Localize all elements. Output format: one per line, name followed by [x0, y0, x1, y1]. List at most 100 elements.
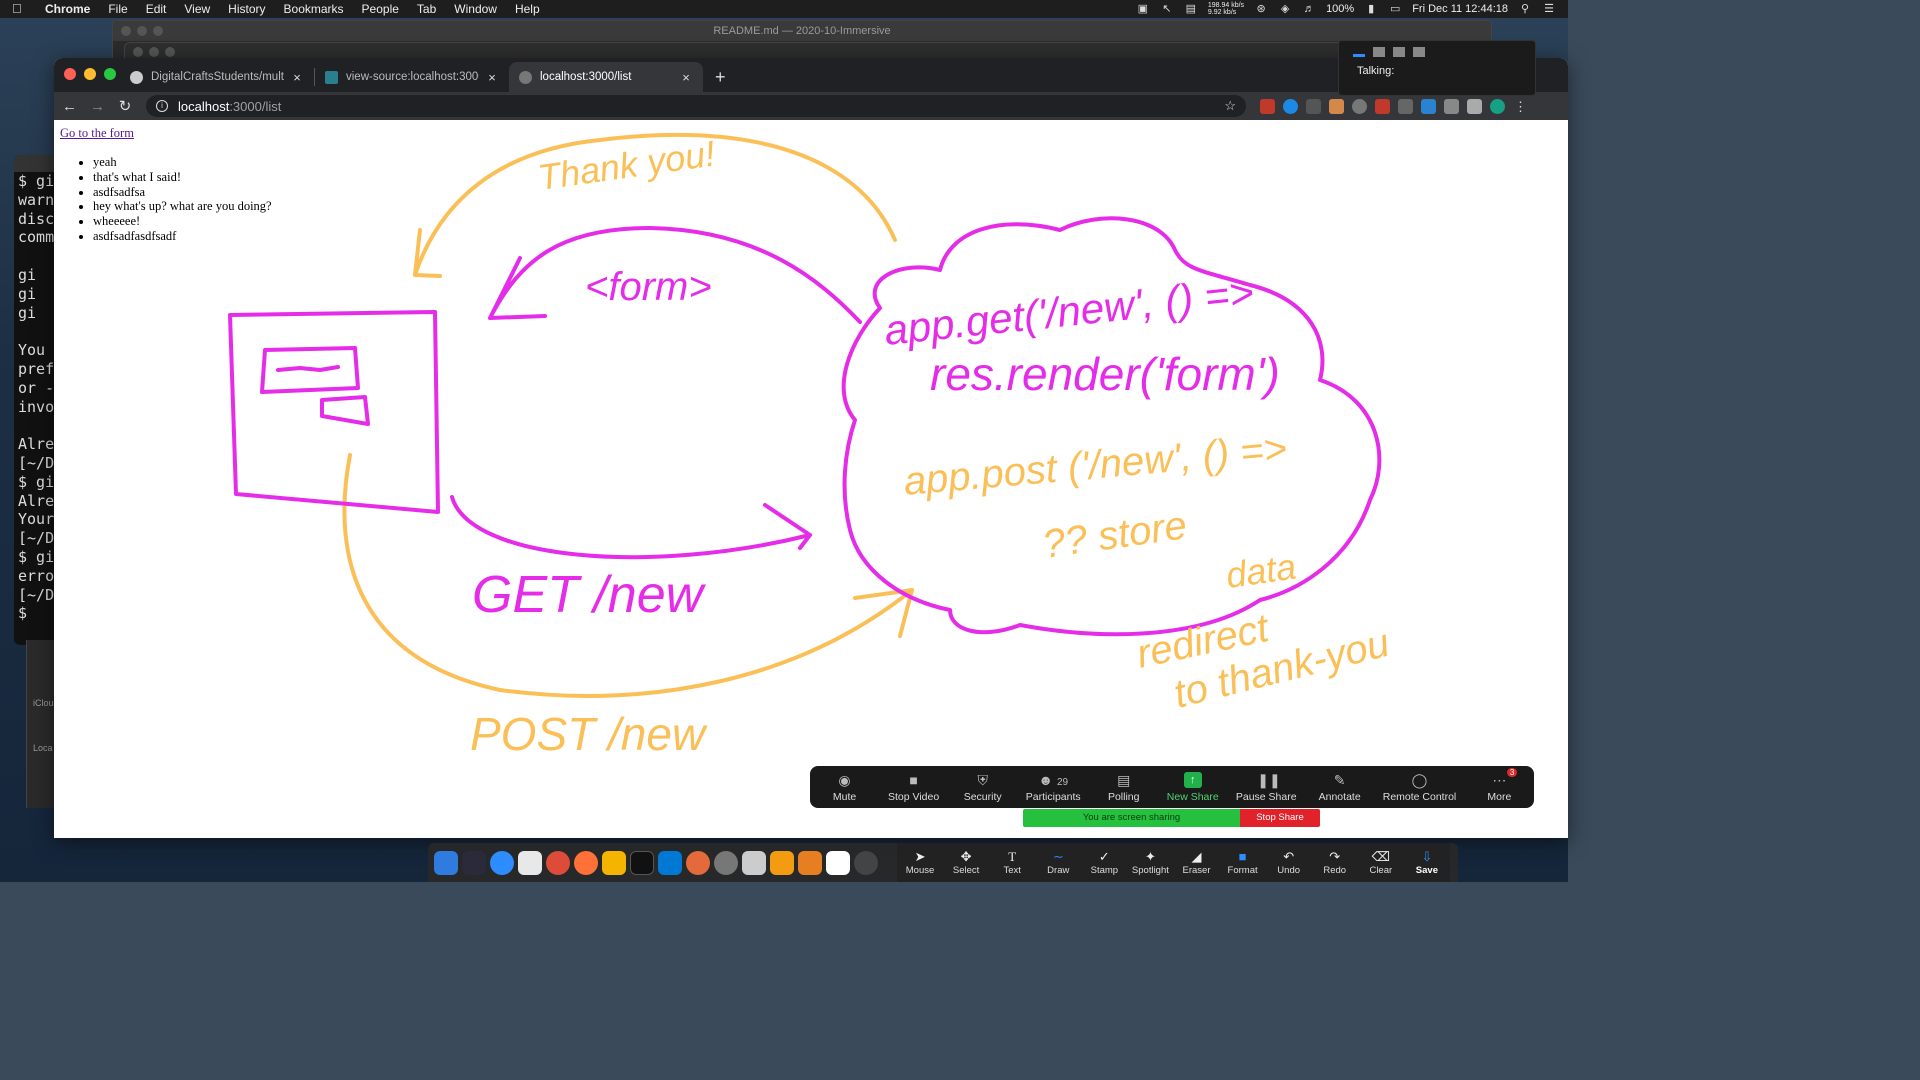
extension-icon[interactable]	[1444, 98, 1459, 114]
finder-app-icon[interactable]	[434, 850, 458, 875]
extension-icon[interactable]	[1329, 98, 1344, 114]
polling-button[interactable]: ▤ Polling	[1098, 772, 1150, 803]
menu-view[interactable]: View	[175, 0, 219, 18]
stop-video-button[interactable]: ■ Stop Video	[888, 772, 940, 803]
battery-percent[interactable]: 100%	[1326, 3, 1354, 15]
gallery-view-icon[interactable]	[1413, 47, 1425, 57]
battery-icon[interactable]: ▮	[1364, 3, 1378, 15]
apple-icon[interactable]: 	[12, 2, 26, 16]
chrome-canary-app-icon[interactable]	[602, 850, 626, 875]
slack-app-icon[interactable]	[518, 850, 542, 875]
menu-file[interactable]: File	[99, 0, 136, 18]
wifi-icon[interactable]: ◈	[1278, 3, 1292, 15]
close-icon[interactable]: ×	[679, 70, 693, 85]
menu-tab[interactable]: Tab	[408, 0, 445, 18]
memory-icon[interactable]: ▤	[1184, 3, 1198, 15]
new-tab-button[interactable]: +	[703, 62, 738, 92]
profile-avatar[interactable]	[1490, 98, 1505, 114]
finder-sidebar[interactable]: iClou Loca	[26, 640, 56, 808]
close-icon[interactable]: ×	[485, 70, 499, 85]
security-button[interactable]: ⛨ Security	[957, 772, 1009, 803]
spotlight-search-icon[interactable]: ⚲	[1518, 3, 1532, 15]
go-to-form-link[interactable]: Go to the form	[60, 126, 134, 141]
postman-app-icon[interactable]	[686, 850, 710, 875]
sublime-app-icon[interactable]	[770, 850, 794, 875]
react-devtools-icon[interactable]	[1306, 98, 1321, 114]
system-preferences-app-icon[interactable]	[714, 850, 738, 875]
tool-save[interactable]: ⇩ Save	[1408, 849, 1446, 876]
vscode-app-icon[interactable]	[658, 850, 682, 875]
tool-select[interactable]: ✥ Select	[947, 849, 985, 876]
calendar-app-icon[interactable]	[742, 850, 766, 875]
menu-bookmarks[interactable]: Bookmarks	[275, 0, 353, 18]
zoom-window-button[interactable]	[104, 68, 116, 80]
ublock-icon[interactable]	[1260, 98, 1275, 114]
pause-share-button[interactable]: ❚❚ Pause Share	[1236, 772, 1297, 803]
stop-share-button[interactable]: Stop Share	[1240, 809, 1320, 827]
minimize-window-button[interactable]	[84, 68, 96, 80]
background-window-title: README.md — 2020-10-Immersive	[713, 25, 891, 37]
zoom-floating-panel[interactable]: Talking:	[1338, 40, 1536, 96]
reload-icon[interactable]: ↻	[118, 97, 132, 115]
tab-github[interactable]: DigitalCraftsStudents/multiple ×	[120, 62, 314, 92]
tool-stamp[interactable]: ✓ Stamp	[1085, 849, 1123, 876]
more-button[interactable]: ⋯ 3 More	[1473, 767, 1525, 803]
back-arrow-icon[interactable]: ←	[62, 98, 77, 115]
network-speed[interactable]: 198.94 kb/s 9.92 kb/s	[1208, 2, 1244, 16]
activity-monitor-app-icon[interactable]	[462, 850, 486, 875]
terminal-app-icon[interactable]	[630, 850, 654, 875]
menu-app-chrome[interactable]: Chrome	[36, 0, 99, 18]
menu-help[interactable]: Help	[506, 0, 549, 18]
extensions-puzzle-icon[interactable]	[1467, 98, 1482, 114]
new-share-button[interactable]: ↑ New Share	[1167, 771, 1219, 803]
close-window-button[interactable]	[64, 68, 76, 80]
chrome-menu-icon[interactable]: ⋮	[1513, 99, 1528, 114]
extension-icon[interactable]	[1283, 98, 1298, 114]
volume-icon[interactable]: ♬	[1302, 3, 1316, 15]
bluetooth-icon[interactable]: ⊛	[1254, 3, 1268, 15]
annotate-button[interactable]: ✎ Annotate	[1314, 772, 1366, 803]
piano-app-icon[interactable]	[826, 850, 850, 875]
strip-view-icon[interactable]	[1393, 47, 1405, 57]
tool-mouse[interactable]: ➤ Mouse	[901, 849, 939, 876]
extension-icon[interactable]	[1352, 98, 1367, 114]
firefox-app-icon[interactable]	[574, 850, 598, 875]
address-bar[interactable]: i localhost:3000/list ☆	[146, 95, 1246, 117]
menu-edit[interactable]: Edit	[137, 0, 176, 18]
tool-eraser[interactable]: ◢ Eraser	[1178, 849, 1216, 876]
tool-text[interactable]: T Text	[993, 849, 1031, 876]
tool-format[interactable]: ■ Format	[1224, 849, 1262, 876]
speaker-view-icon[interactable]	[1373, 47, 1385, 57]
tool-undo[interactable]: ↶ Undo	[1270, 849, 1308, 876]
menu-people[interactable]: People	[353, 0, 408, 18]
tool-draw[interactable]: ∼ Draw	[1039, 849, 1077, 876]
extension-icon[interactable]	[1421, 98, 1436, 114]
tool-clear[interactable]: ⌫ Clear	[1362, 849, 1400, 876]
app-icon[interactable]	[798, 850, 822, 875]
zoom-status-icon[interactable]: ▣	[1136, 3, 1150, 15]
chrome-app-icon[interactable]	[546, 850, 570, 875]
bookmark-star-icon[interactable]: ☆	[1224, 98, 1236, 114]
chrome-window[interactable]: DigitalCraftsStudents/multiple × view-so…	[54, 58, 1568, 838]
extension-icon[interactable]	[1398, 98, 1413, 114]
menu-history[interactable]: History	[219, 0, 274, 18]
forward-arrow-icon[interactable]: →	[90, 98, 105, 115]
mute-button[interactable]: ◉ Mute	[819, 772, 871, 803]
tab-view-source[interactable]: view-source:localhost:3000/p ×	[315, 62, 509, 92]
close-icon[interactable]: ×	[290, 70, 304, 85]
minimize-icon[interactable]	[1353, 54, 1365, 57]
participants-button[interactable]: ☻ 29 Participants	[1026, 772, 1081, 803]
menu-window[interactable]: Window	[445, 0, 506, 18]
app-icon[interactable]	[854, 850, 878, 875]
control-center-icon[interactable]: ☰	[1542, 3, 1556, 15]
remote-control-button[interactable]: ◯ Remote Control	[1383, 772, 1457, 803]
zoom-app-icon[interactable]	[490, 850, 514, 875]
extension-icon[interactable]	[1375, 98, 1390, 114]
tool-redo[interactable]: ↷ Redo	[1316, 849, 1354, 876]
display-icon[interactable]: ▭	[1388, 3, 1402, 15]
site-info-icon[interactable]: i	[156, 100, 168, 112]
cursor-icon[interactable]: ↖	[1160, 3, 1174, 15]
tool-spotlight[interactable]: ✦ Spotlight	[1131, 849, 1169, 876]
tab-list[interactable]: localhost:3000/list ×	[509, 62, 703, 92]
clock[interactable]: Fri Dec 11 12:44:18	[1412, 3, 1508, 15]
